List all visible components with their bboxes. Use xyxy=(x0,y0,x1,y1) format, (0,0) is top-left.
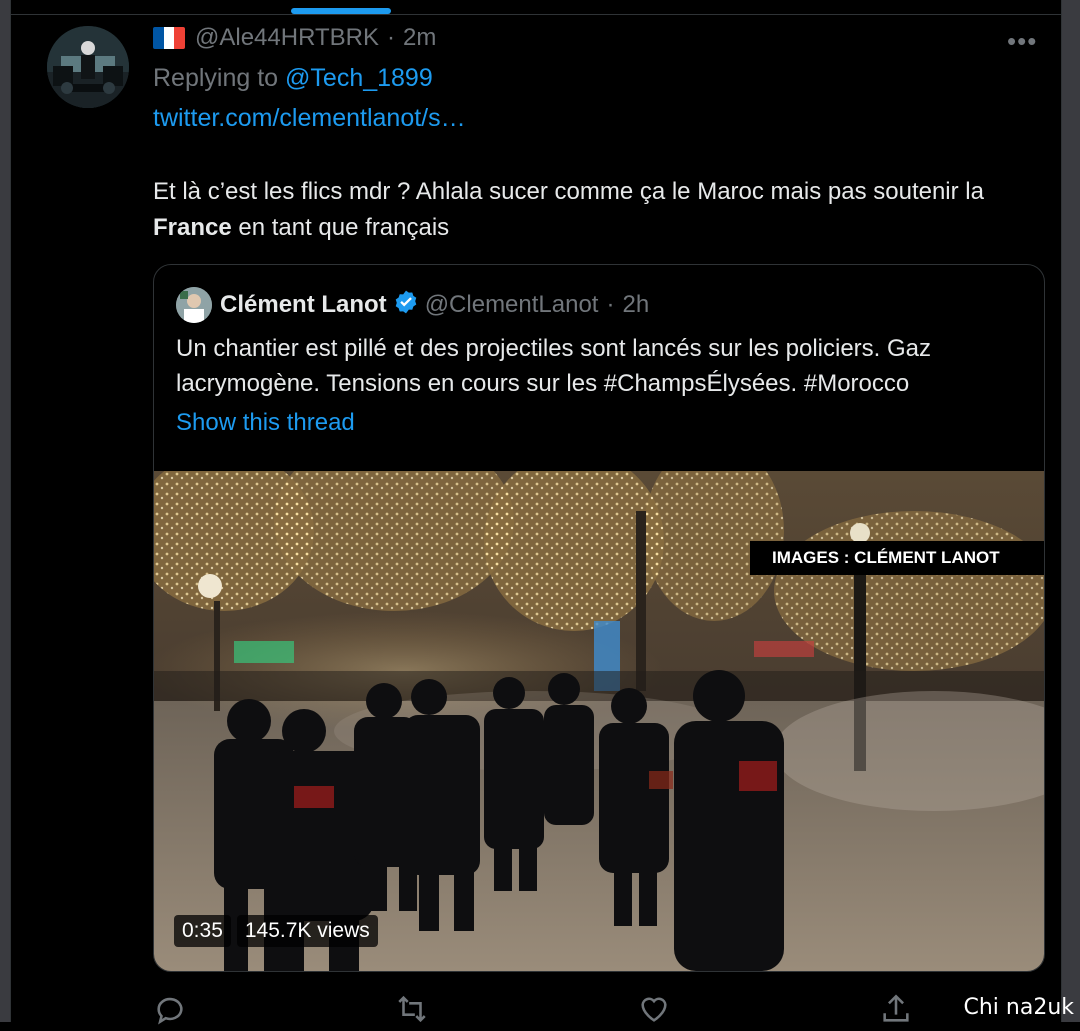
quoted-separator: · xyxy=(606,291,615,318)
video-duration: 0:35 xyxy=(174,915,231,947)
top-divider xyxy=(11,14,1061,15)
share-icon[interactable] xyxy=(879,992,913,1026)
retweet-icon[interactable] xyxy=(395,992,429,1026)
show-thread-link[interactable]: Show this thread xyxy=(176,409,355,437)
video-badges: 0:35 145.7K views xyxy=(174,915,378,947)
replying-prefix: Replying to xyxy=(153,64,286,92)
tweet-time[interactable]: 2m xyxy=(403,24,436,52)
tweet-url-link[interactable]: twitter.com/clementlanot/s… xyxy=(153,104,466,133)
tweet-text: Et là c’est les flics mdr ? Ahlala sucer… xyxy=(153,174,1053,246)
more-options-icon[interactable]: ••• xyxy=(1007,26,1037,57)
quoted-name[interactable]: Clément Lanot xyxy=(220,291,387,319)
tweet-text-part2: en tant que français xyxy=(231,214,450,241)
quoted-avatar[interactable] xyxy=(176,287,212,323)
site-watermark: Chi na2uk xyxy=(963,995,1074,1020)
replying-to-line: Replying to @Tech_1899 xyxy=(153,64,433,93)
header-separator: · xyxy=(386,24,395,51)
video-player[interactable]: IMAGES : CLÉMENT LANOT 0:35 145.7K views xyxy=(154,471,1044,971)
replying-to-link[interactable]: @Tech_1899 xyxy=(285,64,433,92)
tweet-header: @Ale44HRTBRK · 2m xyxy=(153,24,436,52)
media-watermark: IMAGES : CLÉMENT LANOT xyxy=(750,541,1044,575)
tweet-text-bold: France xyxy=(153,214,232,241)
quoted-tweet-card[interactable]: Clément Lanot @ClementLanot · 2h Un chan… xyxy=(153,264,1045,972)
quoted-tweet-header: Clément Lanot @ClementLanot · 2h xyxy=(176,287,649,323)
window-right-edge xyxy=(1062,0,1080,1022)
france-flag-icon xyxy=(153,27,185,49)
reply-icon[interactable] xyxy=(153,992,187,1026)
tweet-text-part1: Et là c’est les flics mdr ? Ahlala sucer… xyxy=(153,178,984,205)
quoted-text: Un chantier est pillé et des projectiles… xyxy=(176,335,932,397)
timeline-column: @Ale44HRTBRK · 2m ••• Replying to @Tech_… xyxy=(10,0,1062,1025)
window-left-edge xyxy=(0,0,10,1022)
quoted-handle[interactable]: @ClementLanot xyxy=(425,291,599,319)
avatar[interactable] xyxy=(47,26,129,108)
tab-indicator xyxy=(291,8,391,14)
verified-badge-icon xyxy=(393,289,419,322)
tweet-actions xyxy=(153,992,913,1026)
tweet-handle[interactable]: @Ale44HRTBRK xyxy=(195,24,379,52)
quoted-time[interactable]: 2h xyxy=(622,291,649,319)
video-views: 145.7K views xyxy=(236,915,378,947)
like-icon[interactable] xyxy=(637,992,671,1026)
